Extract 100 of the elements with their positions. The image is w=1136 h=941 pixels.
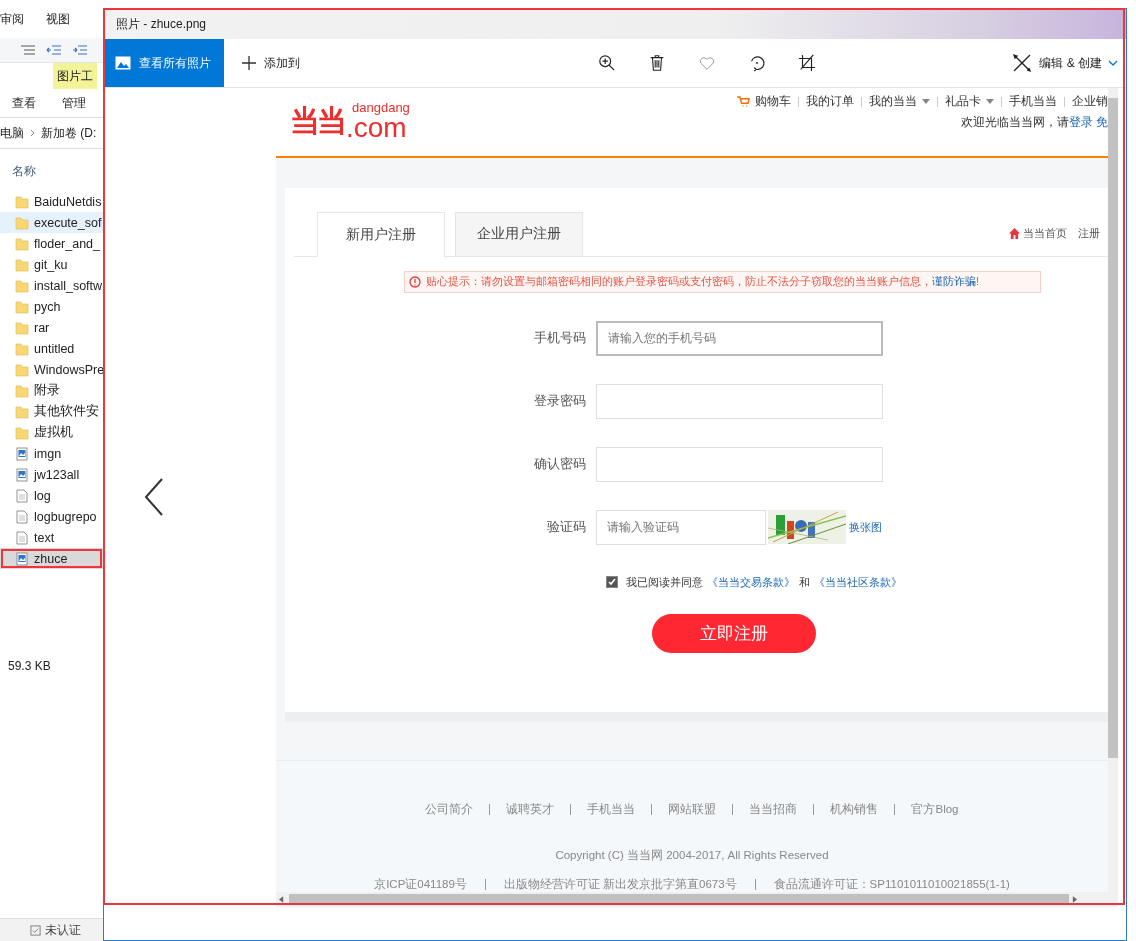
outdent-icon[interactable]: [46, 44, 62, 56]
cart-icon: [737, 96, 750, 107]
rotate-icon[interactable]: [748, 54, 766, 72]
conjunction-text: 和: [799, 574, 810, 590]
free-register-link[interactable]: 免: [1096, 115, 1108, 129]
file-item[interactable]: rar: [0, 317, 103, 338]
file-item[interactable]: floder_and_: [0, 233, 103, 254]
delete-icon[interactable]: [648, 54, 666, 72]
tab[interactable]: 企业用户注册: [455, 211, 583, 256]
status-text: 未认证: [45, 921, 81, 939]
caret-icon: [922, 99, 930, 104]
image-file-icon: [15, 551, 29, 566]
home-icon: [1009, 228, 1020, 240]
welcome-text: 欢迎光临当当网，请: [960, 115, 1069, 129]
fraud-warning-link[interactable]: 谨防诈骗: [932, 275, 976, 288]
scroll-left-icon[interactable]: [279, 896, 284, 903]
file-item[interactable]: install_softw: [0, 275, 103, 296]
folder-icon: [15, 236, 29, 251]
folder-icon: [15, 341, 29, 356]
folder-icon: [15, 194, 29, 209]
license-text: 出版物经营许可证 新出发京批字第直0673号: [503, 877, 737, 892]
plus-icon: [242, 56, 256, 70]
file-item[interactable]: execute_sof: [0, 212, 103, 233]
breadcrumb-item[interactable]: 电脑: [0, 124, 24, 142]
file-item[interactable]: BaiduNetdis: [0, 191, 103, 212]
file-item[interactable]: 其他软件安: [0, 401, 103, 422]
refresh-captcha-link[interactable]: 换张图: [849, 519, 882, 535]
file-item[interactable]: 虚拟机: [0, 422, 103, 443]
folder-icon: [15, 362, 29, 377]
header-link[interactable]: 注册: [1078, 226, 1100, 242]
vertical-scrollbar[interactable]: [1108, 88, 1118, 892]
add-to-button[interactable]: 添加到: [236, 53, 306, 73]
file-item[interactable]: 附录: [0, 380, 103, 401]
captcha-field[interactable]: 请输入验证码: [596, 509, 766, 545]
file-item[interactable]: pych: [0, 296, 103, 317]
window-title: 照片 - zhuce.png: [116, 15, 207, 33]
terms-link[interactable]: 《当当交易条款》: [707, 574, 795, 590]
header-link[interactable]: 当当首页: [1023, 226, 1067, 242]
tab[interactable]: 新用户注册: [317, 211, 445, 257]
field-label: 手机号码: [533, 329, 587, 348]
footer-link[interactable]: 官方Blog: [911, 802, 959, 817]
footer-link[interactable]: 公司简介: [425, 802, 474, 817]
warning-icon: [409, 275, 421, 288]
input-field[interactable]: [596, 446, 883, 482]
all-photos-button[interactable]: 查看所有照片: [104, 39, 224, 87]
zoom-in-icon[interactable]: [598, 54, 616, 72]
register-button[interactable]: 立即注册: [652, 613, 816, 653]
status-text: 59.3 KB: [7, 659, 52, 673]
file-item[interactable]: WindowsPre: [0, 359, 103, 380]
folder-icon: [15, 257, 29, 272]
context-tab[interactable]: 图片工: [53, 63, 97, 89]
edit-create-button[interactable]: 编辑 & 创建: [1005, 51, 1124, 75]
image-file-icon: [15, 446, 29, 461]
nav-link[interactable]: 企业销: [1072, 93, 1108, 110]
footer-link[interactable]: 网站联盟: [668, 802, 717, 817]
ribbon-tab[interactable]: 查看: [12, 94, 36, 112]
file-item[interactable]: zhuce: [0, 548, 103, 569]
ribbon-tab[interactable]: 审阅: [0, 10, 24, 28]
login-link[interactable]: 登录: [1068, 115, 1093, 129]
folder-icon: [15, 383, 29, 398]
shield-check-icon: [30, 924, 41, 936]
terms-link[interactable]: 《当当社区条款》: [814, 574, 902, 590]
footer-link[interactable]: 当当招商: [749, 802, 798, 817]
folder-icon: [15, 425, 29, 440]
nav-link[interactable]: 手机当当: [1009, 93, 1057, 110]
breadcrumb-item[interactable]: 新加卷 (D:: [41, 124, 97, 142]
file-item[interactable]: log: [0, 485, 103, 506]
file-item[interactable]: jw123all: [0, 464, 103, 485]
scroll-right-icon[interactable]: [1072, 896, 1077, 903]
ribbon-tab[interactable]: 管理: [62, 94, 86, 112]
indent-icon[interactable]: [72, 44, 88, 56]
file-item[interactable]: git_ku: [0, 254, 103, 275]
folder-icon: [15, 278, 29, 293]
agreement-text: 我已阅读并同意: [626, 574, 703, 590]
text-file-icon: [15, 509, 29, 524]
nav-link[interactable]: 我的订单: [806, 93, 854, 110]
chevron-down-icon: [1108, 60, 1118, 66]
input-field[interactable]: [596, 383, 883, 419]
license-text: 京ICP证041189号: [374, 877, 467, 892]
nav-link[interactable]: 礼品卡: [945, 93, 981, 110]
file-item[interactable]: untitled: [0, 338, 103, 359]
crop-icon[interactable]: [798, 54, 816, 72]
file-item[interactable]: imgn: [0, 443, 103, 464]
file-item[interactable]: logbugrepo: [0, 506, 103, 527]
file-item[interactable]: text: [0, 527, 103, 548]
caret-icon: [986, 99, 994, 104]
footer-link[interactable]: 诚聘英才: [506, 802, 555, 817]
column-header[interactable]: 名称: [0, 163, 103, 183]
license-text: 食品流通许可证：SP1101011010021855(1-1): [773, 877, 1010, 892]
text-file-icon: [15, 530, 29, 545]
folder-icon: [15, 299, 29, 314]
checkbox[interactable]: [606, 576, 618, 589]
footer-link[interactable]: 机构销售: [830, 802, 879, 817]
nav-link[interactable]: 购物车: [755, 93, 791, 110]
ribbon-tab[interactable]: 视图: [46, 10, 70, 28]
input-field[interactable]: 请输入您的手机号码: [596, 320, 883, 356]
footer-link[interactable]: 手机当当: [587, 802, 636, 817]
image-file-icon: [15, 467, 29, 482]
field-label: 登录密码: [533, 392, 587, 411]
nav-link[interactable]: 我的当当: [869, 93, 917, 110]
